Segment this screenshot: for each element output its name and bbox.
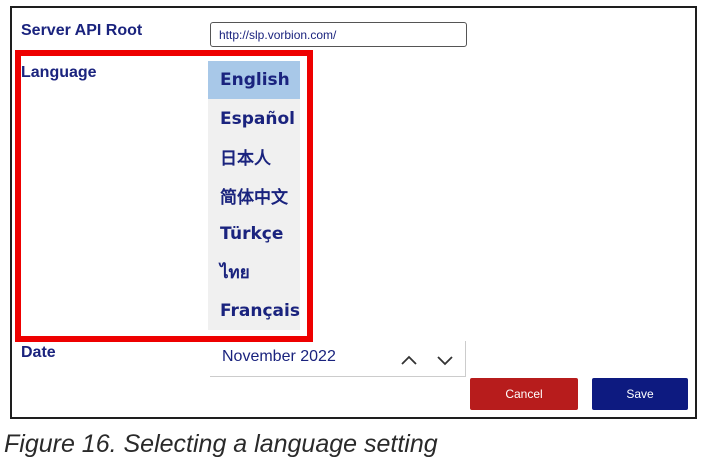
language-option-chinese-simplified[interactable]: 简体中文	[208, 176, 300, 214]
date-picker[interactable]: November 2022	[210, 341, 466, 377]
language-option-spanish[interactable]: Español	[208, 99, 300, 137]
language-option-japanese[interactable]: 日本人	[208, 138, 300, 176]
settings-panel: Server API Root Language English Español…	[10, 6, 697, 419]
language-option-french[interactable]: Français	[208, 291, 300, 329]
date-value: November 2022	[222, 348, 336, 365]
language-label: Language	[21, 64, 97, 81]
language-option-english[interactable]: English	[208, 61, 300, 100]
language-option-turkish[interactable]: Türkçe	[208, 215, 300, 253]
figure-caption: Figure 16. Selecting a language setting	[4, 430, 438, 458]
server-api-root-label: Server API Root	[21, 22, 143, 39]
cancel-button[interactable]: Cancel	[470, 378, 578, 410]
language-option-thai[interactable]: ไทย	[208, 253, 300, 291]
chevron-down-icon[interactable]	[436, 353, 454, 367]
language-dropdown-list: English Español 日本人 简体中文 Türkçe ไทย Fran…	[208, 61, 300, 330]
chevron-up-icon[interactable]	[400, 353, 418, 367]
server-api-root-input[interactable]	[210, 22, 467, 47]
date-label: Date	[21, 344, 56, 361]
save-button[interactable]: Save	[592, 378, 688, 410]
